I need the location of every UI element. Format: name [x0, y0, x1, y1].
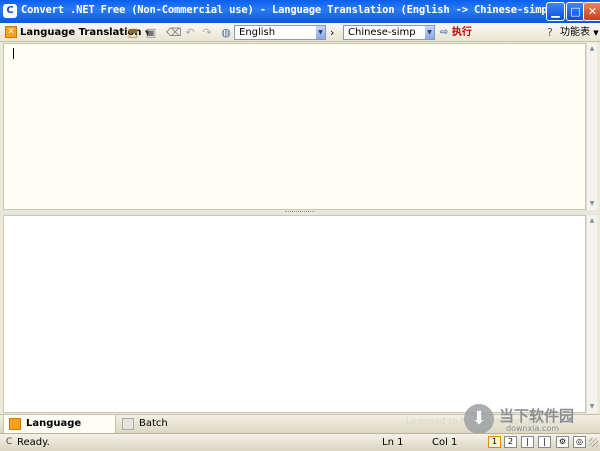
- source-scrollbar[interactable]: ▲ ▼: [586, 43, 597, 210]
- indicator-2[interactable]: 2: [504, 436, 517, 448]
- save-icon[interactable]: ▣: [144, 26, 158, 39]
- scroll-down-icon[interactable]: ▼: [587, 199, 597, 209]
- tab-language-translation[interactable]: Language Translation: [3, 415, 116, 447]
- language-separator: ›: [330, 26, 335, 39]
- scroll-up-icon[interactable]: ▲: [587, 216, 597, 226]
- status-text: Ready.: [17, 437, 50, 448]
- chevron-down-icon[interactable]: ▼: [316, 26, 325, 39]
- download-logo-icon: ⬇: [464, 404, 494, 434]
- title-bar[interactable]: C Convert .NET Free (Non-Commercial use)…: [0, 0, 600, 23]
- functions-label: 功能表: [560, 27, 590, 38]
- output-scrollbar[interactable]: ▲ ▼: [586, 215, 597, 413]
- watermark-brand: 当下软件园: [499, 407, 575, 425]
- app-icon[interactable]: C: [3, 4, 17, 18]
- redo-icon[interactable]: ↷: [200, 26, 214, 39]
- indicator-1[interactable]: 1: [488, 436, 501, 448]
- clear-icon[interactable]: ⌫: [166, 26, 182, 39]
- splitter-grip[interactable]: [285, 211, 315, 214]
- window-title: Convert .NET Free (Non-Commercial use) -…: [21, 4, 554, 16]
- line-indicator: Ln 1: [382, 437, 404, 448]
- text-caret: [13, 48, 14, 59]
- help-icon[interactable]: ?: [547, 25, 553, 40]
- execute-icon: ⇨: [440, 27, 449, 38]
- indicator-4[interactable]: |: [538, 436, 551, 448]
- translation-icon: [9, 418, 21, 430]
- functions-menu[interactable]: 功能表 ▼: [560, 25, 599, 40]
- settings-icon[interactable]: ◎: [573, 436, 586, 448]
- module-icon: ✕: [5, 26, 17, 38]
- scroll-up-icon[interactable]: ▲: [587, 44, 597, 54]
- toolbar: ✕ Language Translation ▼ ⬒ ▣ ⌫ ↶ ↷ ◍ Eng…: [0, 23, 600, 42]
- module-menu-label: Language Translation: [20, 27, 142, 38]
- scroll-down-icon[interactable]: ▼: [587, 402, 597, 412]
- undo-icon[interactable]: ↶: [183, 26, 197, 39]
- open-icon[interactable]: ⬒: [126, 26, 140, 39]
- tab-batch-mode[interactable]: Batch mode: [117, 415, 197, 447]
- close-button[interactable]: ✕: [583, 2, 600, 21]
- column-indicator: Col 1: [432, 437, 458, 448]
- target-language-select[interactable]: Chinese-simp ▼: [343, 25, 435, 40]
- batch-icon: [122, 418, 134, 430]
- chevron-down-icon: ▼: [593, 29, 599, 37]
- indicator-3[interactable]: |: [521, 436, 534, 448]
- status-bar: C Ready. Ln 1 Col 1 1 2 | | ⚙ ◎: [0, 433, 600, 451]
- execute-button[interactable]: ⇨ 执行: [440, 25, 472, 40]
- target-language-value: Chinese-simp: [348, 27, 416, 38]
- tools-icon[interactable]: ⚙: [556, 436, 569, 448]
- resize-grip[interactable]: [589, 438, 598, 447]
- watermark-url: downxia.com: [506, 424, 560, 433]
- translation-output[interactable]: [3, 215, 586, 413]
- chevron-down-icon[interactable]: ▼: [425, 26, 434, 39]
- source-text-editor[interactable]: [3, 43, 586, 210]
- source-language-select[interactable]: English ▼: [234, 25, 326, 40]
- app-status-icon: C: [5, 437, 13, 447]
- execute-label: 执行: [451, 27, 472, 38]
- source-language-value: English: [239, 27, 276, 38]
- globe-icon: ◍: [221, 26, 231, 39]
- minimize-button[interactable]: ▁: [546, 2, 565, 21]
